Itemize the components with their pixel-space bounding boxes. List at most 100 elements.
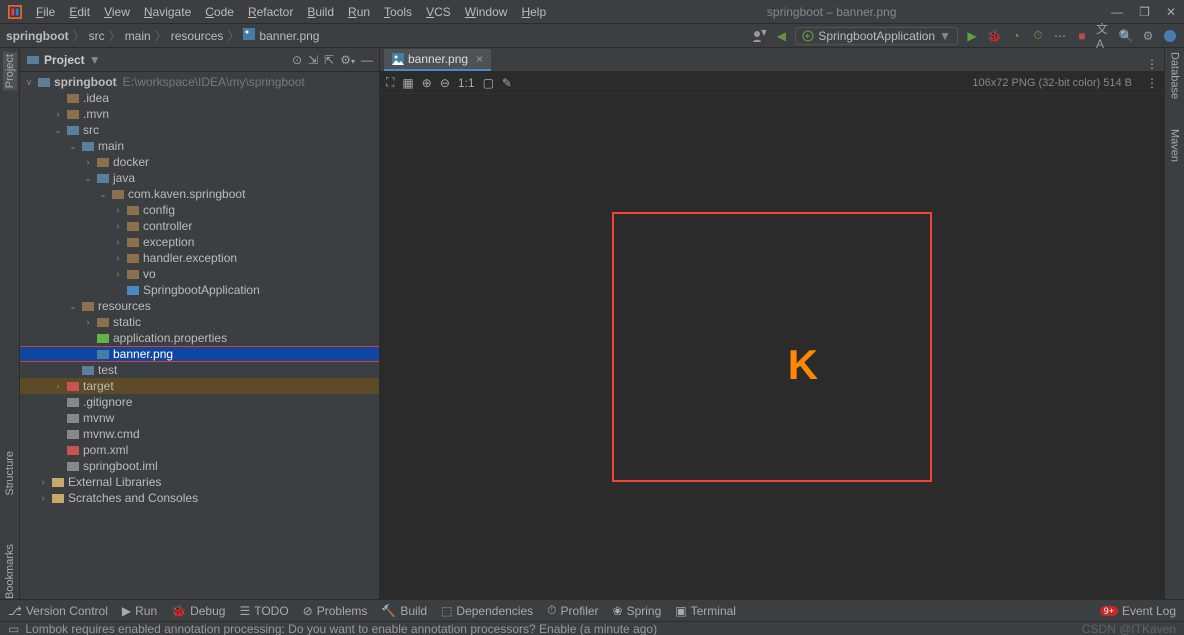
menu-edit[interactable]: Edit — [63, 3, 96, 21]
bottom-tool-profiler[interactable]: ⏱Profiler — [547, 603, 598, 618]
mod-icon — [66, 123, 80, 137]
menu-vcs[interactable]: VCS — [420, 3, 457, 21]
menu-code[interactable]: Code — [199, 3, 240, 21]
collapse-all-icon[interactable]: ⇱ — [324, 53, 334, 67]
tree-node-mvnw-cmd[interactable]: mvnw.cmd — [20, 426, 379, 442]
attach-icon[interactable]: ⋯ — [1052, 28, 1068, 44]
tree-node-mvnw[interactable]: mvnw — [20, 410, 379, 426]
breadcrumb-item[interactable]: resources — [171, 29, 224, 43]
maximize-button[interactable]: ❐ — [1139, 5, 1150, 19]
sidebar-tab-bookmarks[interactable]: Bookmarks — [4, 536, 16, 599]
menu-navigate[interactable]: Navigate — [138, 3, 197, 21]
editor-area: banner.png × ⋮ ⛶ ▦ ⊕ ⊖ 1:1 ▢ ✎ 106x72 PN… — [380, 48, 1164, 599]
menu-build[interactable]: Build — [301, 3, 340, 21]
tree-node-target[interactable]: ›target — [20, 378, 379, 394]
tree-node-controller[interactable]: ›controller — [20, 218, 379, 234]
menu-tools[interactable]: Tools — [378, 3, 418, 21]
tree-node-docker[interactable]: ›docker — [20, 154, 379, 170]
bottom-tool-todo[interactable]: ☰TODO — [239, 604, 288, 618]
tree-node-application-properties[interactable]: application.properties — [20, 330, 379, 346]
menu-window[interactable]: Window — [459, 3, 514, 21]
sidebar-tab-structure[interactable]: Structure — [4, 447, 16, 496]
tree-node--idea[interactable]: .idea — [20, 90, 379, 106]
breadcrumb-item[interactable]: springboot — [6, 29, 69, 43]
pkg-icon — [126, 251, 140, 265]
profile-icon[interactable]: ⏱ — [1030, 28, 1046, 44]
color-picker-icon[interactable]: ✎ — [502, 76, 512, 90]
add-user-icon[interactable]: ▾ — [751, 28, 767, 44]
breadcrumb-item[interactable]: src — [89, 29, 105, 43]
menu-help[interactable]: Help — [515, 3, 552, 21]
tree-node-External Libraries[interactable]: ›External Libraries — [20, 474, 379, 490]
tree-node-handler-exception[interactable]: ›handler.exception — [20, 250, 379, 266]
tree-node-SpringbootApplication[interactable]: SpringbootApplication — [20, 282, 379, 298]
tree-node-test[interactable]: test — [20, 362, 379, 378]
bottom-tool-debug[interactable]: 🐞Debug — [171, 604, 225, 618]
bottom-tool-build[interactable]: 🔨Build — [381, 604, 427, 618]
coverage-icon[interactable]: ◔ — [1008, 28, 1024, 44]
minimize-button[interactable]: — — [1111, 5, 1123, 19]
sidebar-tab-database[interactable]: Database — [1169, 52, 1181, 99]
bottom-tool-run[interactable]: ▶Run — [122, 604, 157, 618]
tab-menu-icon[interactable]: ⋮ — [1146, 57, 1158, 71]
tree-node-exception[interactable]: ›exception — [20, 234, 379, 250]
menu-refactor[interactable]: Refactor — [242, 3, 299, 21]
grid-icon[interactable]: ▦ — [402, 76, 413, 90]
tree-root[interactable]: vspringbootE:\workspace\IDEA\my\springbo… — [20, 74, 379, 90]
tree-node-java[interactable]: ⌄java — [20, 170, 379, 186]
breadcrumb-item[interactable]: main — [125, 29, 151, 43]
status-message: Lombok requires enabled annotation proce… — [25, 622, 657, 635]
tree-node-springboot-iml[interactable]: springboot.iml — [20, 458, 379, 474]
bottom-tool-terminal[interactable]: ▣Terminal — [675, 604, 736, 618]
tree-node--mvn[interactable]: ›.mvn — [20, 106, 379, 122]
event-log-button[interactable]: 9+ Event Log — [1100, 604, 1176, 618]
run-icon[interactable]: ▶ — [964, 28, 980, 44]
tree-node-pom-xml[interactable]: pom.xml — [20, 442, 379, 458]
settings-icon[interactable]: ⚙ — [1140, 28, 1156, 44]
close-button[interactable]: ✕ — [1166, 5, 1176, 19]
tree-node-src[interactable]: ⌄src — [20, 122, 379, 138]
zoom-out-icon[interactable]: ⊖ — [440, 76, 450, 90]
tree-node--gitignore[interactable]: .gitignore — [20, 394, 379, 410]
hide-panel-icon[interactable]: — — [361, 53, 373, 67]
stop-icon[interactable]: ■ — [1074, 28, 1090, 44]
editor-tabs: banner.png × ⋮ — [380, 48, 1164, 72]
tree-node-banner-png[interactable]: banner.png — [20, 346, 379, 362]
sidebar-tab-maven[interactable]: Maven — [1169, 129, 1181, 162]
tree-node-static[interactable]: ›static — [20, 314, 379, 330]
fullscreen-icon[interactable]: ⛶ — [386, 75, 394, 90]
expand-all-icon[interactable]: ⇲ — [308, 53, 318, 67]
avatar-icon[interactable] — [1162, 28, 1178, 44]
tree-node-com-kaven-springboot[interactable]: ⌄com.kaven.springboot — [20, 186, 379, 202]
chessboard-icon[interactable]: ▢ — [483, 76, 494, 90]
translate-icon[interactable]: 文A — [1096, 28, 1112, 44]
search-icon[interactable]: 🔍 — [1118, 28, 1134, 44]
debug-icon[interactable]: 🐞 — [986, 28, 1002, 44]
panel-settings-icon[interactable]: ⚙▾ — [340, 53, 355, 67]
tree-node-Scratches and Consoles[interactable]: ›Scratches and Consoles — [20, 490, 379, 506]
tree-node-resources[interactable]: ⌄resources — [20, 298, 379, 314]
menu-file[interactable]: File — [30, 3, 61, 21]
bottom-tool-problems[interactable]: ⊘Problems — [303, 604, 368, 618]
tab-banner-png[interactable]: banner.png × — [384, 49, 491, 71]
bottom-tool-dependencies[interactable]: ⬚Dependencies — [441, 604, 533, 618]
back-icon[interactable]: ◀ — [773, 28, 789, 44]
menu-run[interactable]: Run — [342, 3, 376, 21]
editor-more-icon[interactable]: ⋮ — [1146, 76, 1158, 90]
zoom-in-icon[interactable]: ⊕ — [422, 76, 432, 90]
run-configuration-selector[interactable]: SpringbootApplication ▼ — [795, 27, 958, 45]
bottom-tool-spring[interactable]: ❀Spring — [613, 604, 662, 618]
tree-node-config[interactable]: ›config — [20, 202, 379, 218]
tree-node-main[interactable]: ⌄main — [20, 138, 379, 154]
close-tab-icon[interactable]: × — [476, 52, 483, 66]
project-tree[interactable]: vspringbootE:\workspace\IDEA\my\springbo… — [20, 72, 379, 599]
menu-view[interactable]: View — [98, 3, 136, 21]
bottom-tool-version-control[interactable]: ⎇Version Control — [8, 604, 108, 618]
breadcrumb-item[interactable]: banner.png — [259, 29, 319, 43]
tree-node-vo[interactable]: ›vo — [20, 266, 379, 282]
res-icon — [81, 299, 95, 313]
locate-icon[interactable]: ⊙ — [292, 53, 302, 67]
zoom-ratio[interactable]: 1:1 — [458, 76, 475, 90]
sidebar-tab-project[interactable]: Project — [3, 52, 17, 90]
bottom-tool-stripe: ⎇Version Control ▶Run 🐞Debug ☰TODO ⊘Problems… — [0, 599, 1184, 621]
